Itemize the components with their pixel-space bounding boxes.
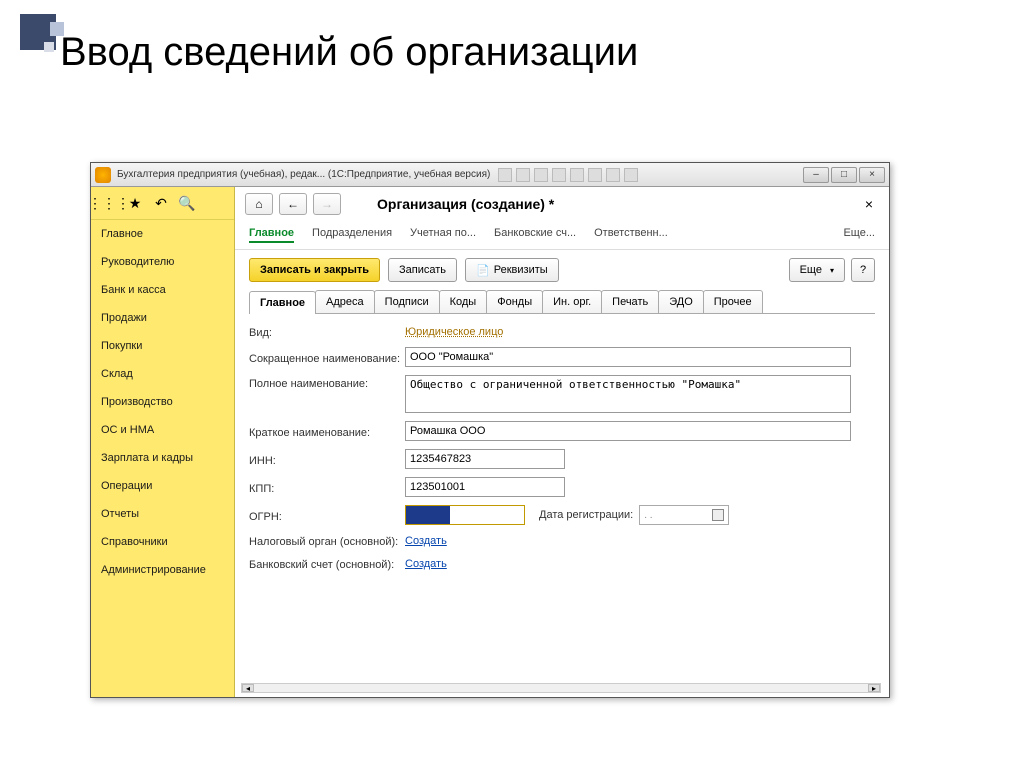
sidebar-item-bank[interactable]: Банк и касса <box>91 276 234 304</box>
brief-name-input[interactable] <box>405 421 851 441</box>
sidebar-item-directories[interactable]: Справочники <box>91 528 234 556</box>
app-logo-icon <box>95 167 111 183</box>
short-name-input[interactable] <box>405 347 851 367</box>
scroll-right-icon[interactable]: ▸ <box>868 684 880 692</box>
sidebar-item-hr[interactable]: Зарплата и кадры <box>91 444 234 472</box>
full-name-label: Полное наименование: <box>249 375 405 390</box>
subtab-signatures[interactable]: Подписи <box>374 290 440 313</box>
kpp-input[interactable] <box>405 477 565 497</box>
ogrn-selection <box>406 506 450 524</box>
requisites-button[interactable]: 📄Реквизиты <box>465 258 559 282</box>
action-row: Записать и закрыть Записать 📄Реквизиты Е… <box>235 250 889 290</box>
inn-input[interactable] <box>405 449 565 469</box>
tax-label: Налоговый орган (основной): <box>249 533 405 548</box>
sidebar-item-main[interactable]: Главное <box>91 220 234 248</box>
short-name-label: Сокращенное наименование: <box>249 350 405 365</box>
tab-more[interactable]: Еще... <box>843 225 875 243</box>
inn-label: ИНН: <box>249 452 405 467</box>
scroll-left-icon[interactable]: ◂ <box>242 684 254 692</box>
more-actions-button[interactable]: Еще <box>789 258 845 282</box>
type-value-link[interactable]: Юридическое лицо <box>405 326 503 338</box>
subtab-addresses[interactable]: Адреса <box>315 290 375 313</box>
tab-departments[interactable]: Подразделения <box>312 225 392 243</box>
sidebar: ⋮⋮⋮ ★ ↶ 🔍 Главное Руководителю Банк и ка… <box>91 187 235 697</box>
save-close-button[interactable]: Записать и закрыть <box>249 258 380 282</box>
back-button[interactable]: ← <box>279 193 307 215</box>
reg-date-label: Дата регистрации: <box>539 509 633 521</box>
tool-icon[interactable] <box>516 168 530 182</box>
tab-accounting[interactable]: Учетная по... <box>410 225 476 243</box>
subtab-codes[interactable]: Коды <box>439 290 488 313</box>
org-form: Вид: Юридическое лицо Сокращенное наимен… <box>235 314 889 589</box>
sidebar-item-admin[interactable]: Администрирование <box>91 556 234 584</box>
home-button[interactable]: ⌂ <box>245 193 273 215</box>
main-tabs: Главное Подразделения Учетная по... Банк… <box>235 221 889 250</box>
sidebar-item-assets[interactable]: ОС и НМА <box>91 416 234 444</box>
subtab-main[interactable]: Главное <box>249 291 316 314</box>
sub-tabs: Главное Адреса Подписи Коды Фонды Ин. ор… <box>249 290 875 314</box>
main-pane: ⌂ ← → Организация (создание) * × Главное… <box>235 187 889 697</box>
bank-label: Банковский счет (основной): <box>249 556 405 571</box>
save-button[interactable]: Записать <box>388 258 457 282</box>
kpp-label: КПП: <box>249 480 405 495</box>
sidebar-item-sales[interactable]: Продажи <box>91 304 234 332</box>
subtab-edo[interactable]: ЭДО <box>658 290 704 313</box>
maximize-button[interactable]: □ <box>831 167 857 183</box>
tab-bank-accounts[interactable]: Банковские сч... <box>494 225 576 243</box>
app-window: Бухгалтерия предприятия (учебная), редак… <box>90 162 890 698</box>
print-icon[interactable] <box>498 168 512 182</box>
titlebar-tool-icons <box>498 168 638 182</box>
full-name-input[interactable]: Общество с ограниченной ответственностью… <box>405 375 851 413</box>
apps-icon[interactable]: ⋮⋮⋮ <box>101 195 117 211</box>
calendar-icon[interactable] <box>712 509 724 521</box>
window-title: Бухгалтерия предприятия (учебная), редак… <box>117 169 490 180</box>
sidebar-item-operations[interactable]: Операции <box>91 472 234 500</box>
search-icon[interactable]: 🔍 <box>179 195 195 211</box>
m-minus-icon[interactable] <box>588 168 602 182</box>
sheet-icon: 📄 <box>476 264 490 277</box>
info-icon[interactable] <box>624 168 638 182</box>
reg-date-input[interactable]: . . <box>639 505 729 525</box>
type-label: Вид: <box>249 324 405 339</box>
sidebar-item-production[interactable]: Производство <box>91 388 234 416</box>
sidebar-item-manager[interactable]: Руководителю <box>91 248 234 276</box>
tab-responsible[interactable]: Ответственн... <box>594 225 668 243</box>
subtab-other[interactable]: Прочее <box>703 290 763 313</box>
clock-icon[interactable] <box>552 168 566 182</box>
forward-button[interactable]: → <box>313 193 341 215</box>
window-titlebar: Бухгалтерия предприятия (учебная), редак… <box>91 163 889 187</box>
bank-create-link[interactable]: Создать <box>405 558 447 570</box>
sidebar-item-purchases[interactable]: Покупки <box>91 332 234 360</box>
sidebar-item-reports[interactable]: Отчеты <box>91 500 234 528</box>
tax-create-link[interactable]: Создать <box>405 535 447 547</box>
sidebar-item-warehouse[interactable]: Склад <box>91 360 234 388</box>
brief-name-label: Краткое наименование: <box>249 424 405 439</box>
tab-main[interactable]: Главное <box>249 225 294 243</box>
star-icon[interactable] <box>534 168 548 182</box>
help-button[interactable]: ? <box>851 258 875 282</box>
page-title: Организация (создание) * <box>377 196 554 212</box>
ogrn-input[interactable] <box>405 505 525 525</box>
close-page-button[interactable]: × <box>859 196 879 212</box>
subtab-print[interactable]: Печать <box>601 290 659 313</box>
history-icon[interactable]: ↶ <box>153 195 169 211</box>
subtab-funds[interactable]: Фонды <box>486 290 543 313</box>
minimize-button[interactable]: – <box>803 167 829 183</box>
calc-icon[interactable] <box>570 168 584 182</box>
favorite-star-icon[interactable]: ★ <box>127 195 143 211</box>
close-window-button[interactable]: × <box>859 167 885 183</box>
subtab-foreign[interactable]: Ин. орг. <box>542 290 602 313</box>
m-plus-icon[interactable] <box>606 168 620 182</box>
horizontal-scrollbar[interactable]: ◂ ▸ <box>241 683 881 693</box>
slide-heading: Ввод сведений об организации <box>0 0 1024 85</box>
ogrn-label: ОГРН: <box>249 508 405 523</box>
